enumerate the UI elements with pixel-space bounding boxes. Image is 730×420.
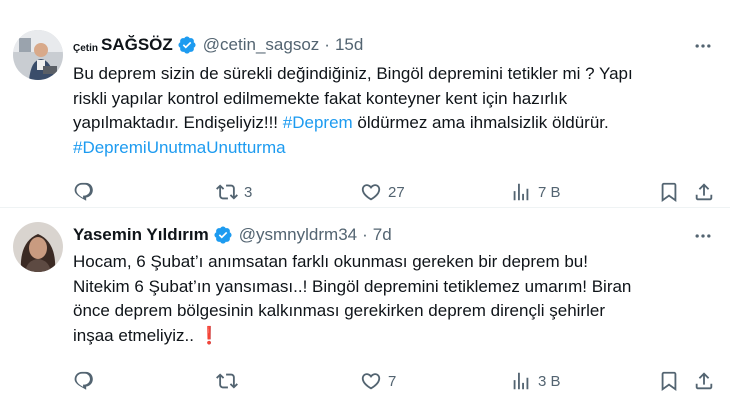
text-line: Hocam, 6 Şubat’ı anımsatan farklı okunma… [73,250,713,275]
views-button[interactable]: 7 B [510,180,561,204]
retweet-count: 3 [244,183,253,201]
verified-badge-icon [214,226,232,244]
bookmark-icon [661,182,677,203]
retweet-button[interactable]: 3 [216,180,252,204]
like-count: 7 [388,372,397,390]
reply-button[interactable] [73,369,101,393]
author-handle[interactable]: @cetin_sagsoz [203,35,320,55]
author-name-prefix[interactable]: Çetin [73,43,98,54]
avatar[interactable] [13,30,63,80]
hashtag-link[interactable]: #DepremiUnutmaUnutturma [73,138,286,157]
views-count: 3 B [538,372,561,390]
text-line: Nitekim 6 Şubat’ın yansıması..! Bingöl d… [73,275,713,300]
retweet-icon [216,184,238,200]
bookmark-button[interactable] [658,180,680,204]
views-icon [513,372,529,390]
tweet-text: Hocam, 6 Şubat’ı anımsatan farklı okunma… [73,250,713,348]
text-segment: önce deprem bölgesinin kalkınması gereki… [73,301,605,320]
share-button[interactable] [693,180,715,204]
timestamp[interactable]: 15d [335,35,363,55]
action-bar: 7 3 B [73,369,718,393]
author-name[interactable]: SAĞSÖZ [101,35,173,55]
tweet-header: Çetin SAĞSÖZ @cetin_sagsoz · 15d [73,34,363,56]
like-icon [361,184,381,201]
text-segment: Nitekim 6 Şubat’ın yansıması..! Bingöl d… [73,276,632,296]
share-button[interactable] [693,369,715,393]
like-icon [361,373,381,390]
tweet[interactable]: Yasemin Yıldırım @ysmnyldrm34 · 7d Hocam… [0,208,730,420]
text-line: yapılmaktadır. Endişeliyiz!!! #Deprem öl… [73,111,713,136]
separator: · [362,225,368,244]
share-icon [695,372,713,390]
views-count: 7 B [538,183,561,201]
bookmark-button[interactable] [658,369,680,393]
exclamation-emoji: ❗ [198,325,220,345]
reply-button[interactable] [73,180,101,204]
retweet-icon [216,373,238,389]
like-button[interactable]: 7 [360,369,396,393]
bookmark-icon [661,371,677,392]
reply-icon [74,371,93,390]
share-icon [695,183,713,201]
text-line: riskli yapılar kontrol edilmemekte fakat… [73,87,713,112]
text-line: Bu deprem sizin de sürekli değindiğiniz,… [73,62,713,87]
text-line: önce deprem bölgesinin kalkınması gereki… [73,299,713,324]
text-segment: yapılmaktadır. Endişeliyiz!!! [73,113,283,132]
action-bar: 3 27 7 B [73,180,718,204]
avatar[interactable] [13,222,63,272]
reply-icon [74,182,93,201]
author-name[interactable]: Yasemin Yıldırım [73,225,209,245]
views-icon [513,183,529,201]
tweet-text: Bu deprem sizin de sürekli değindiğiniz,… [73,62,713,160]
text-segment: inşaa etmeliyiz.. [73,325,199,345]
text-line: inşaa etmeliyiz.. ❗ [73,324,713,349]
author-handle[interactable]: @ysmnyldrm34 [239,225,357,245]
retweet-button[interactable] [216,369,244,393]
text-line: #DepremiUnutmaUnutturma [73,136,713,161]
more-icon[interactable] [691,224,715,248]
timestamp[interactable]: 7d [373,225,392,245]
text-segment: Hocam, 6 Şubat’ı anımsatan farklı okunma… [73,252,588,271]
like-button[interactable]: 27 [360,180,405,204]
hashtag-link[interactable]: #Deprem [283,113,353,132]
more-icon[interactable] [691,34,715,58]
tweet[interactable]: Çetin SAĞSÖZ @cetin_sagsoz · 15d Bu depr… [0,0,730,208]
separator: · [324,35,330,54]
text-segment: Bu deprem sizin de sürekli değindiğiniz,… [73,64,633,83]
views-button[interactable]: 3 B [510,369,561,393]
tweet-header: Yasemin Yıldırım @ysmnyldrm34 · 7d [73,224,392,246]
text-segment: riskli yapılar kontrol edilmemekte fakat… [73,88,568,108]
like-count: 27 [388,183,405,201]
verified-badge-icon [178,36,196,54]
text-segment: öldürmez ama ihmalsizlik öldürür. [352,113,609,132]
